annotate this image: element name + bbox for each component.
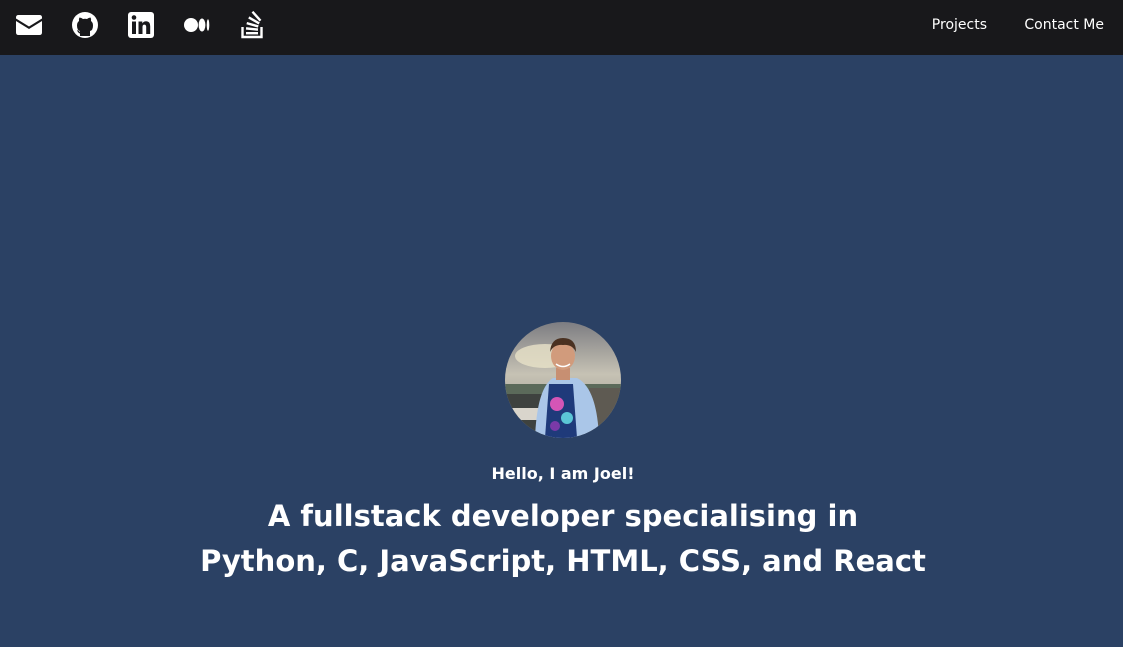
email-link[interactable] [15, 11, 43, 39]
stack-overflow-icon [241, 11, 263, 39]
github-link[interactable] [71, 11, 99, 39]
greeting: Hello, I am Joel! [491, 464, 635, 483]
headline: A fullstack developer specialising in Py… [0, 494, 1123, 584]
medium-link[interactable] [183, 11, 211, 39]
page: Projects Contact Me Hello, I am Joel! A … [0, 0, 1123, 647]
navbar: Projects Contact Me [0, 0, 1123, 55]
nav-link-projects[interactable]: Projects [932, 16, 987, 34]
avatar [505, 322, 621, 438]
hero-section: Hello, I am Joel! A fullstack developer … [0, 55, 1123, 647]
stack-overflow-link[interactable] [239, 11, 267, 39]
linkedin-link[interactable] [127, 11, 155, 39]
profile-photo [505, 322, 621, 438]
linkedin-icon [128, 12, 154, 38]
nav-link-contact-me[interactable]: Contact Me [1024, 16, 1104, 34]
github-icon [72, 12, 98, 38]
headline-line-2: Python, C, JavaScript, HTML, CSS, and Re… [200, 544, 926, 578]
medium-icon [184, 18, 210, 32]
envelope-icon [16, 15, 42, 35]
headline-line-1: A fullstack developer specialising in [267, 499, 859, 533]
